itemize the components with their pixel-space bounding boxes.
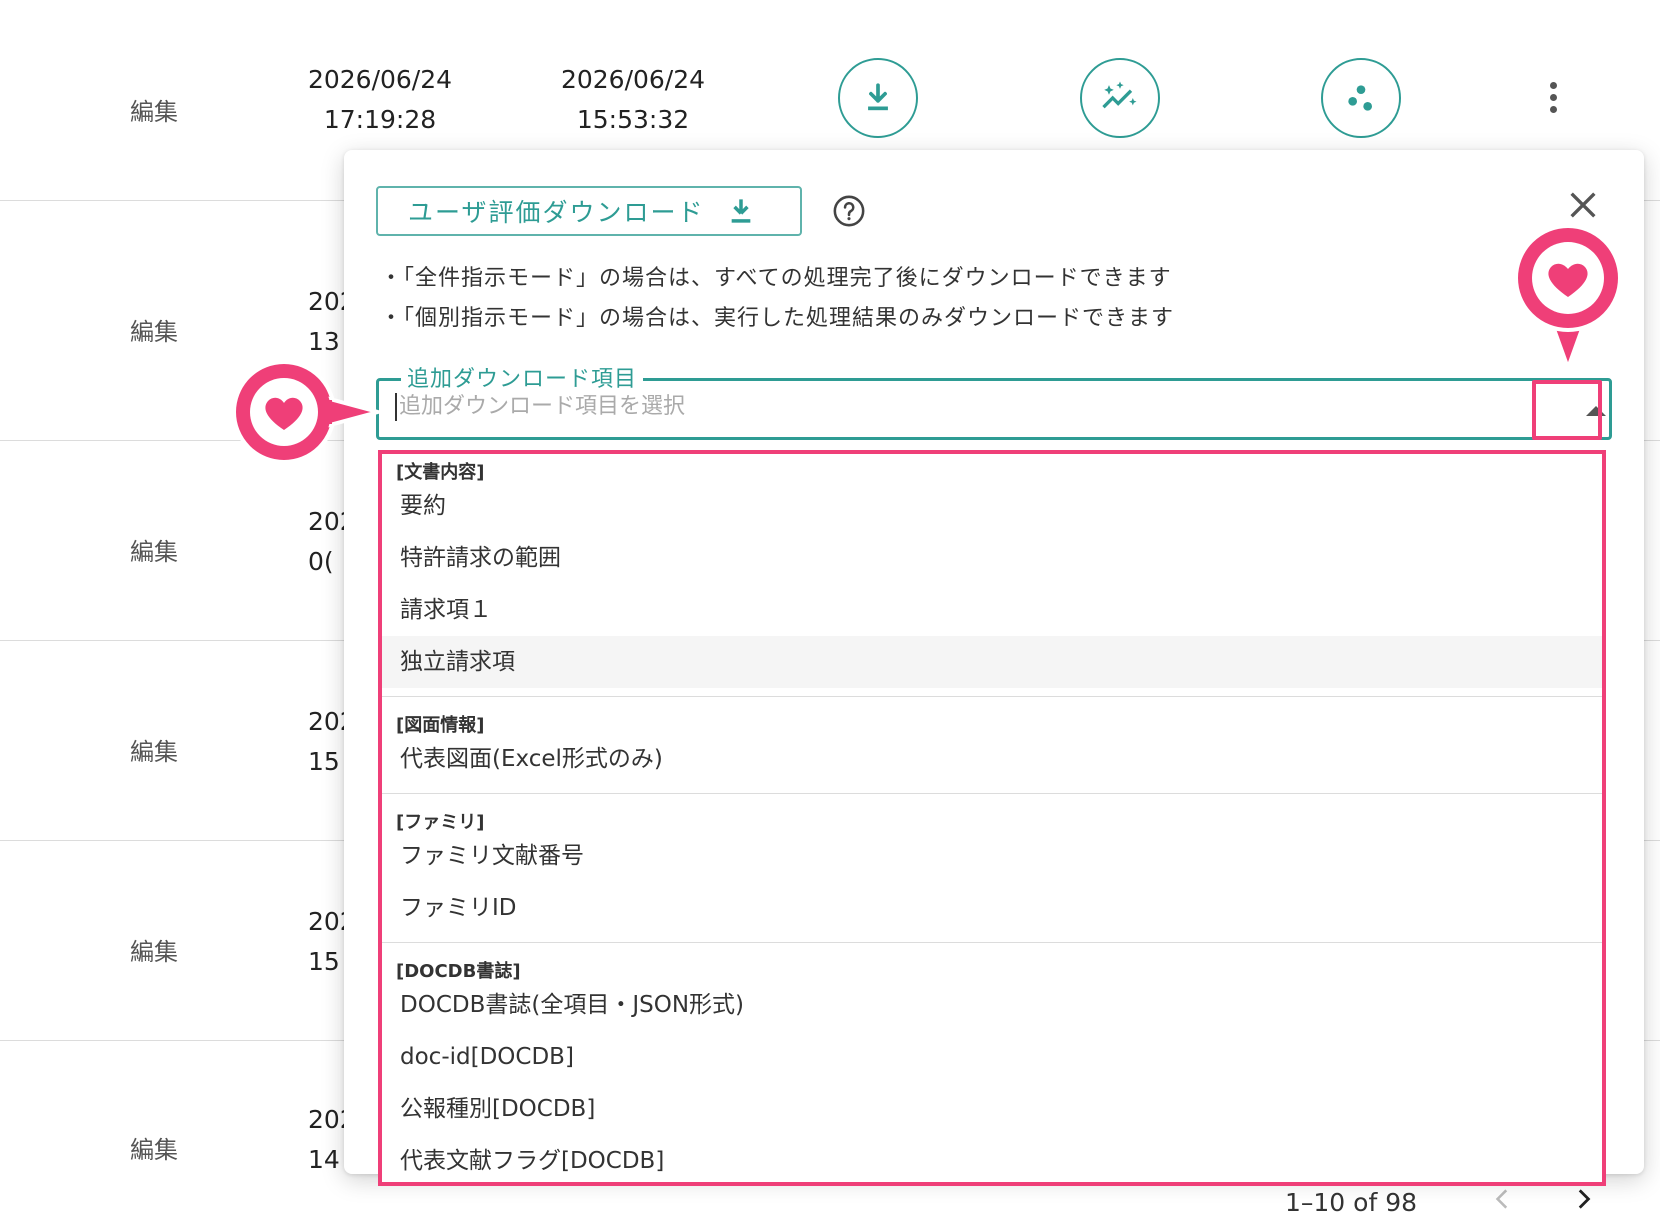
heart-pin-left [232,360,380,464]
group-divider [382,696,1602,697]
more-vert-icon[interactable] [1548,82,1558,122]
help-icon[interactable] [832,194,866,228]
edit-link[interactable]: 編集 [130,92,178,127]
pagination-label: 1–10 of 98 [1285,1188,1418,1217]
updated-date-day: 2026/06/24 [307,65,453,94]
group-header: [ファミリ] [396,812,485,833]
close-icon[interactable] [1566,188,1600,222]
group-header: [DOCDB書誌] [396,961,521,982]
updated-date-time: 17:19:28 [323,105,437,134]
option-item[interactable]: 代表文献フラグ[DOCDB] [382,1135,1602,1182]
note-individual-mode: ・「個別指示モード」の場合は、実行した処理結果のみダウンロードできます [380,306,1175,331]
edit-link[interactable]: 編集 [130,932,178,967]
option-item[interactable]: 請求項１ [382,584,1602,636]
edit-link[interactable]: 編集 [130,1130,178,1165]
chevron-left-icon[interactable] [1490,1184,1516,1214]
created-date-time: 15:53:32 [576,105,690,134]
edit-link[interactable]: 編集 [130,532,178,567]
user-evaluation-download-button[interactable]: ユーザ評価ダウンロード [376,186,802,236]
field-legend: 追加ダウンロード項目 [401,361,644,393]
option-item[interactable]: doc-id[DOCDB] [382,1031,1602,1083]
download-icon [731,199,750,223]
option-item[interactable]: 公報種別[DOCDB] [382,1083,1602,1135]
created-date: 2026/06/24 15:53:32 [553,60,713,140]
download-button[interactable] [838,58,918,138]
option-item[interactable]: ファミリ文献番号 [382,830,1602,882]
analysis-button[interactable] [1080,58,1160,138]
cluster-icon [1348,85,1372,111]
group-divider [382,942,1602,943]
option-item[interactable]: 要約 [382,480,1602,532]
group-divider [382,793,1602,794]
option-item[interactable]: ファミリID [382,882,1602,934]
edit-link[interactable]: 編集 [130,312,178,347]
sparkle-chart-icon [1102,81,1137,109]
chevron-right-icon[interactable] [1570,1184,1596,1214]
created-date-day: 2026/06/24 [560,65,706,94]
download-button-label: ユーザ評価ダウンロード [408,198,705,227]
option-item[interactable]: 代表図面(Excel形式のみ) [382,733,1602,785]
option-item[interactable]: 独立請求項 [382,636,1602,688]
additional-items-input[interactable]: 追加ダウンロード項目を選択 [395,393,685,421]
caret-highlight-box [1532,380,1602,440]
group-header: [文書内容] [396,462,485,483]
cluster-button[interactable] [1321,58,1401,138]
edit-link[interactable]: 編集 [130,732,178,767]
note-bulk-mode: ・「全件指示モード」の場合は、すべての処理完了後にダウンロードできます [380,266,1172,291]
updated-date: 2026/06/24 17:19:28 [300,60,460,140]
option-item[interactable]: DOCDB書誌(全項目・JSON形式) [382,979,1602,1031]
additional-items-select[interactable]: 追加ダウンロード項目 追加ダウンロード項目を選択 [376,361,1612,440]
option-item[interactable]: 特許請求の範囲 [382,532,1602,584]
group-header: [図面情報] [396,715,485,736]
options-dropdown: [文書内容] 要約 特許請求の範囲 請求項１ 独立請求項 [図面情報] 代表図面… [378,450,1606,1186]
download-icon [868,83,888,111]
heart-pin-right [1514,224,1622,370]
